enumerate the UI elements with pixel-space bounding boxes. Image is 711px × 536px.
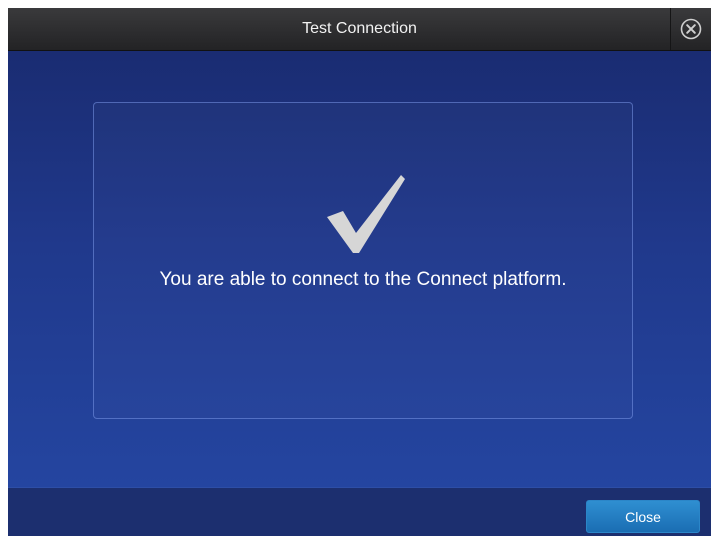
close-dialog-button[interactable] [670, 8, 711, 50]
test-connection-dialog: Test Connection You are able to connect … [8, 8, 711, 536]
dialog-footer: Close [8, 487, 711, 536]
close-button[interactable]: Close [586, 500, 700, 533]
checkmark-icon [327, 175, 405, 253]
close-circle-icon[interactable] [680, 18, 702, 40]
dialog-titlebar: Test Connection [8, 8, 711, 51]
result-panel: You are able to connect to the Connect p… [93, 102, 633, 419]
connection-status-message: You are able to connect to the Connect p… [159, 269, 567, 290]
dialog-title: Test Connection [302, 20, 417, 37]
dialog-body: You are able to connect to the Connect p… [8, 51, 711, 487]
